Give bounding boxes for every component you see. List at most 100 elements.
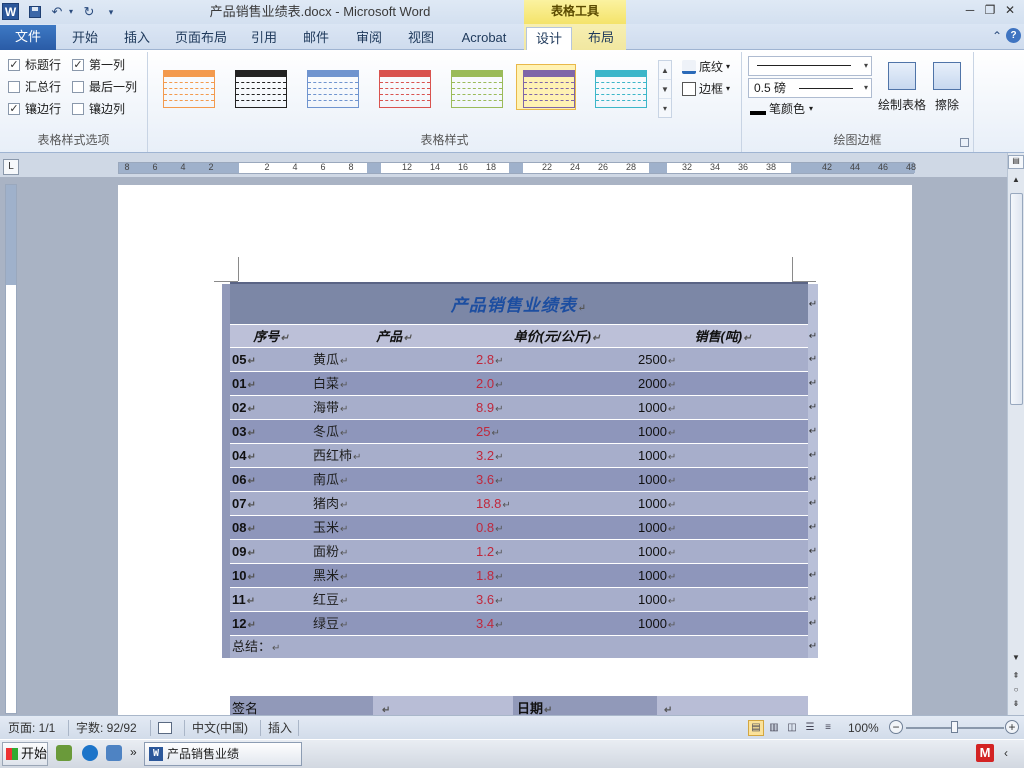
tab-references[interactable]: 引用 — [242, 27, 286, 50]
cell-id[interactable]: 12↵ — [230, 612, 312, 636]
cell-product[interactable]: 红豆↵ — [312, 588, 476, 612]
cell-id[interactable]: 06↵ — [230, 468, 312, 492]
table-title[interactable]: 产品销售业绩表↵ — [230, 284, 808, 326]
zoom-slider-thumb[interactable] — [951, 721, 958, 733]
quick-launch-icon[interactable] — [106, 745, 122, 761]
table-style-swatch[interactable] — [372, 64, 432, 110]
cell-price[interactable]: 25↵ — [476, 420, 638, 444]
table-style-swatch[interactable] — [228, 64, 288, 110]
cell-sales[interactable]: 1000↵ — [638, 588, 808, 612]
cell-product[interactable]: 黄瓜↵ — [312, 348, 476, 372]
full-screen-reading-view-icon[interactable]: ▥ — [766, 720, 782, 736]
cell-price[interactable]: 0.8↵ — [476, 516, 638, 540]
table-style-swatch[interactable] — [588, 64, 648, 110]
cell-sales[interactable]: 1000↵ — [638, 396, 808, 420]
horizontal-ruler[interactable]: 8 6 4 2 2 4 6 8 12 14 16 18 22 24 26 28 32 34 36 38 42 44 46 48 — [118, 162, 916, 174]
header-product[interactable]: 产品↵ — [312, 325, 476, 349]
cell-id[interactable]: 01↵ — [230, 372, 312, 396]
checkbox-banded-rows[interactable]: ✓ 镶边行 — [8, 100, 61, 118]
previous-page-icon[interactable]: ⇞ — [1008, 671, 1024, 680]
zoom-in-button[interactable]: + — [1005, 720, 1019, 734]
pen-weight-dropdown[interactable]: 0.5 磅 ▾ — [748, 78, 872, 98]
cell-id[interactable]: 05↵ — [230, 348, 312, 372]
date-label-cell[interactable]: 日期↵ — [513, 696, 657, 715]
pen-style-dropdown[interactable]: ▾ — [748, 56, 872, 76]
scroll-down-icon[interactable]: ▼ — [1008, 653, 1024, 662]
sign-value-cell[interactable]: ↵ — [373, 696, 513, 715]
help-icon[interactable]: ? — [1006, 28, 1021, 43]
cell-product[interactable]: 南瓜↵ — [312, 468, 476, 492]
tray-m-icon[interactable]: M — [976, 744, 994, 762]
cell-price[interactable]: 8.9↵ — [476, 396, 638, 420]
start-button[interactable]: 开始 — [2, 742, 48, 766]
vertical-scrollbar[interactable]: ▤ ▲ ▼ ⇞ ○ ⇟ — [1007, 153, 1024, 715]
cell-price[interactable]: 2.0↵ — [476, 372, 638, 396]
scroll-up-icon[interactable]: ▲ — [1008, 175, 1024, 184]
cell-sales[interactable]: 1000↵ — [638, 540, 808, 564]
minimize-button[interactable]: ─ — [960, 2, 980, 20]
cell-sales[interactable]: 1000↵ — [638, 612, 808, 636]
dialog-launcher-icon[interactable] — [960, 138, 969, 147]
cell-product[interactable]: 面粉↵ — [312, 540, 476, 564]
cell-price[interactable]: 1.2↵ — [476, 540, 638, 564]
cell-product[interactable]: 海带↵ — [312, 396, 476, 420]
checkbox-banded-columns[interactable]: 镶边列 — [72, 100, 125, 118]
table-style-swatch[interactable] — [156, 64, 216, 110]
tab-design[interactable]: 设计 — [526, 27, 572, 50]
tab-file[interactable]: 文件 — [0, 25, 56, 50]
tab-home[interactable]: 开始 — [62, 27, 108, 50]
word-count[interactable]: 字数: 92/92 — [76, 719, 137, 737]
tab-review[interactable]: 审阅 — [346, 27, 392, 50]
tray-expand-icon[interactable]: ‹ — [1004, 746, 1008, 760]
cell-product[interactable]: 黑米↵ — [312, 564, 476, 588]
cell-sales[interactable]: 2500↵ — [638, 348, 808, 372]
cell-id[interactable]: 02↵ — [230, 396, 312, 420]
checkbox-last-column[interactable]: 最后一列 — [72, 78, 137, 96]
cell-id[interactable]: 09↵ — [230, 540, 312, 564]
cell-sales[interactable]: 1000↵ — [638, 492, 808, 516]
view-ruler-toggle-icon[interactable]: ▤ — [1008, 155, 1024, 169]
cell-product[interactable]: 绿豆↵ — [312, 612, 476, 636]
taskbar-word-window[interactable]: W 产品销售业绩表.docx... — [144, 742, 302, 766]
zoom-out-button[interactable]: − — [889, 720, 903, 734]
cell-sales[interactable]: 1000↵ — [638, 564, 808, 588]
zoom-level[interactable]: 100% — [848, 719, 879, 737]
cell-price[interactable]: 3.6↵ — [476, 588, 638, 612]
cell-sales[interactable]: 1000↵ — [638, 444, 808, 468]
tab-layout[interactable]: 布局 — [578, 27, 624, 50]
summary-cell[interactable]: 总结：↵ — [230, 636, 808, 658]
tab-selector[interactable]: L — [3, 159, 19, 175]
eraser-button[interactable]: 擦除 — [922, 62, 972, 113]
cell-id[interactable]: 11↵ — [230, 588, 312, 612]
quick-launch-overflow-icon[interactable]: » — [130, 745, 137, 759]
cell-price[interactable]: 3.6↵ — [476, 468, 638, 492]
borders-button[interactable]: 边框 ▾ — [682, 80, 730, 98]
language-indicator[interactable]: 中文(中国) — [192, 719, 248, 737]
page[interactable]: 产品销售业绩表↵ ↵ 序号↵ 产品↵ 单价(元/公斤)↵ 销售(吨)↵ ↵ 05… — [118, 185, 912, 715]
gallery-more-icon[interactable]: ▾ — [659, 99, 671, 118]
cell-product[interactable]: 冬瓜↵ — [312, 420, 476, 444]
cell-product[interactable]: 白菜↵ — [312, 372, 476, 396]
sales-table[interactable]: 产品销售业绩表↵ ↵ 序号↵ 产品↵ 单价(元/公斤)↵ 销售(吨)↵ ↵ 05… — [222, 282, 818, 658]
proofing-icon[interactable] — [158, 719, 176, 735]
browse-object-icon[interactable]: ○ — [1008, 685, 1024, 694]
checkbox-first-column[interactable]: ✓ 第一列 — [72, 56, 125, 74]
cell-id[interactable]: 07↵ — [230, 492, 312, 516]
date-value-cell[interactable]: ↵ — [657, 696, 808, 715]
print-layout-view-icon[interactable]: ▤ — [748, 720, 764, 736]
close-button[interactable]: ✕ — [1000, 2, 1020, 20]
cell-product[interactable]: 西红柿↵ — [312, 444, 476, 468]
gallery-up-icon[interactable]: ▲ — [659, 61, 671, 80]
minimize-ribbon-icon[interactable]: ⌃ — [992, 29, 1002, 43]
tab-view[interactable]: 视图 — [398, 27, 444, 50]
tab-mailings[interactable]: 邮件 — [294, 27, 338, 50]
outline-view-icon[interactable]: ☰ — [802, 720, 818, 736]
page-count[interactable]: 页面: 1/1 — [8, 719, 55, 737]
cell-sales[interactable]: 1000↵ — [638, 420, 808, 444]
insert-mode-indicator[interactable]: 插入 — [268, 719, 292, 737]
tab-page-layout[interactable]: 页面布局 — [168, 27, 234, 50]
cell-product[interactable]: 玉米↵ — [312, 516, 476, 540]
restore-button[interactable]: ❐ — [980, 2, 1000, 20]
draft-view-icon[interactable]: ≡ — [820, 720, 836, 736]
cell-id[interactable]: 10↵ — [230, 564, 312, 588]
